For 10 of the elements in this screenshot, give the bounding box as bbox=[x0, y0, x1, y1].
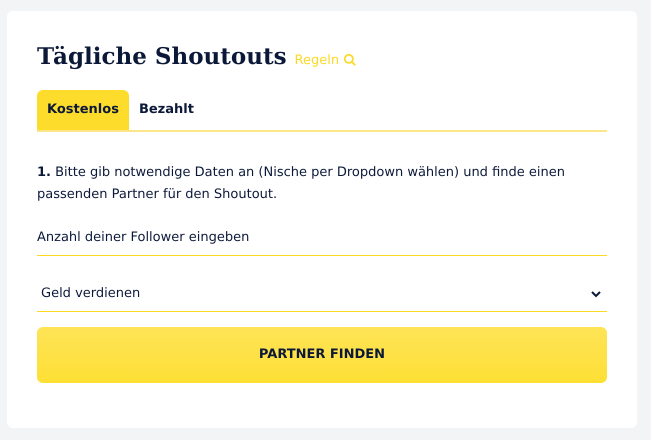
search-icon bbox=[343, 53, 358, 68]
niche-dropdown[interactable]: Geld verdienen bbox=[37, 276, 607, 312]
dropdown-value: Geld verdienen bbox=[41, 284, 140, 303]
follower-input-field[interactable]: Anzahl deiner Follower eingeben bbox=[37, 220, 607, 256]
tab[interactable]: Bezahlt bbox=[128, 90, 204, 130]
find-partner-button[interactable]: PARTNER FINDEN bbox=[37, 327, 607, 383]
chevron-down-icon bbox=[591, 290, 601, 298]
page-title: Tägliche Shoutouts bbox=[37, 42, 287, 72]
tab[interactable]: Kostenlos bbox=[37, 90, 129, 130]
instruction-text: 1. Bitte gib notwendige Daten an (Nische per Dropdown wählen) und finde einen passenden Partner für den Shoutout. bbox=[37, 164, 566, 204]
